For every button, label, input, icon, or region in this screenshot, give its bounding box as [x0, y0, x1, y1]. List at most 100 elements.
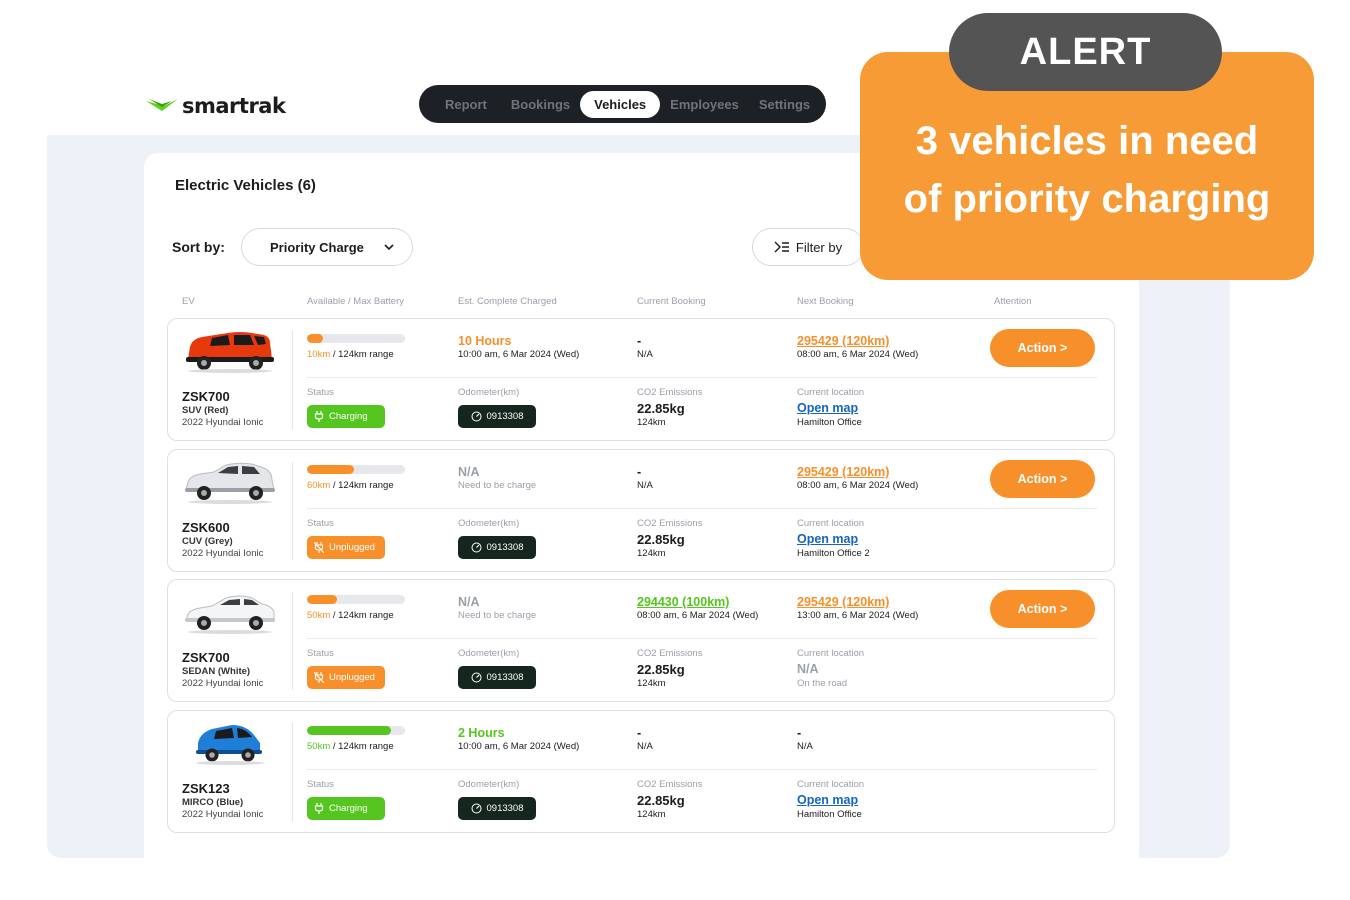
current-booking-date: N/A	[637, 480, 653, 491]
vehicle-row[interactable]: ZSK123 MIRCO (Blue) 2022 Hyundai Ionic 5…	[167, 710, 1115, 833]
open-map-link[interactable]: Open map	[797, 401, 858, 415]
est-charge-time: 2 Hours	[458, 726, 505, 740]
location-label: Current location	[797, 779, 865, 790]
alert-tag: ALERT	[949, 13, 1222, 91]
suv-car-icon	[186, 332, 274, 373]
battery-bar	[307, 595, 405, 604]
est-charge-time: 10 Hours	[458, 334, 512, 348]
status-label: Status	[307, 387, 334, 398]
smartrak-logo[interactable]: smartrak	[146, 94, 286, 118]
logo-wing-icon	[146, 99, 178, 111]
vehicle-type: SEDAN (White)	[182, 666, 251, 677]
status-text: Unplugged	[329, 672, 375, 683]
co2-distance: 124km	[637, 678, 666, 689]
next-booking-link[interactable]: 295429 (120km)	[797, 465, 889, 479]
vehicle-plate: ZSK700	[182, 389, 230, 404]
next-booking-link[interactable]: 295429 (120km)	[797, 595, 889, 609]
co2-distance: 124km	[637, 809, 666, 820]
unplugged-icon	[314, 542, 324, 553]
location-label: Current location	[797, 518, 865, 529]
co2-distance: 124km	[637, 548, 666, 559]
location-name: Hamilton Office	[797, 809, 862, 820]
current-booking-date: N/A	[637, 349, 653, 360]
co2-label: CO2 Emissions	[637, 648, 703, 659]
row-divider	[307, 508, 1097, 509]
next-booking-date: 08:00 am, 6 Mar 2024 (Wed)	[797, 349, 919, 360]
nav-report[interactable]: Report	[435, 91, 497, 118]
filter-button[interactable]: Filter by	[752, 228, 864, 266]
nav-employees[interactable]: Employees	[660, 91, 749, 118]
sort-select[interactable]: Priority Charge	[241, 228, 413, 266]
vehicle-model: 2022 Hyundai Ionic	[182, 678, 264, 689]
odometer-badge: 0913308	[458, 797, 536, 820]
alert-message-line: 3 vehicles in need	[915, 119, 1259, 163]
max-range: / 124km range	[330, 480, 394, 491]
battery-range: 60km / 124km range	[307, 480, 394, 491]
plug-icon	[314, 411, 324, 422]
column-header-current-booking: Current Booking	[637, 296, 706, 307]
est-charge-time: N/A	[458, 465, 480, 479]
sedan-car-icon	[185, 595, 275, 634]
current-booking: -	[637, 465, 642, 479]
vehicle-plate: ZSK123	[182, 781, 230, 796]
speedometer-icon	[471, 411, 481, 422]
nav-settings[interactable]: Settings	[749, 91, 820, 118]
battery-km: 50km	[307, 741, 331, 752]
vehicle-row[interactable]: ZSK700 SEDAN (White) 2022 Hyundai Ionic …	[167, 579, 1115, 702]
odometer-badge: 0913308	[458, 536, 536, 559]
odometer-value: 0913308	[486, 411, 524, 422]
location-status: N/A	[797, 662, 819, 676]
vehicle-row[interactable]: ZSK600 CUV (Grey) 2022 Hyundai Ionic 60k…	[167, 449, 1115, 572]
battery-bar-fill	[307, 595, 338, 604]
location-name: On the road	[797, 678, 848, 689]
odometer-label: Odometer(km)	[458, 779, 520, 790]
status-label: Status	[307, 518, 334, 529]
odometer-value: 0913308	[486, 542, 524, 553]
vehicle-model: 2022 Hyundai Ionic	[182, 417, 264, 428]
action-button[interactable]: Action >	[990, 329, 1095, 367]
next-booking-link[interactable]: 295429 (120km)	[797, 334, 889, 348]
open-map-link[interactable]: Open map	[797, 532, 858, 546]
column-header-ev: EV	[182, 296, 195, 307]
open-map-link[interactable]: Open map	[797, 793, 858, 807]
max-range: / 124km range	[330, 610, 394, 621]
vehicle-plate: ZSK700	[182, 650, 230, 665]
row-divider	[292, 462, 293, 560]
page-title: Electric Vehicles (6)	[175, 177, 316, 194]
action-button[interactable]: Action >	[990, 590, 1095, 628]
odometer-label: Odometer(km)	[458, 518, 520, 529]
vehicle-row[interactable]: ZSK700 SUV (Red) 2022 Hyundai Ionic 10km…	[167, 318, 1115, 441]
chevron-down-icon	[384, 244, 394, 251]
location-name: Hamilton Office	[797, 417, 862, 428]
vehicle-type: MIRCO (Blue)	[182, 797, 244, 808]
battery-range: 50km / 124km range	[307, 741, 394, 752]
status-text: Unplugged	[329, 542, 375, 553]
odometer-badge: 0913308	[458, 666, 536, 689]
status-label: Status	[307, 779, 334, 790]
est-charge-time: N/A	[458, 595, 480, 609]
status-text: Charging	[329, 411, 368, 422]
battery-km: 60km	[307, 480, 331, 491]
nav-vehicles[interactable]: Vehicles	[580, 90, 661, 118]
vehicle-plate: ZSK600	[182, 520, 230, 535]
current-booking-date: 08:00 am, 6 Mar 2024 (Wed)	[637, 610, 759, 621]
micro-car-icon	[196, 725, 264, 765]
current-booking-link[interactable]: 294430 (100km)	[637, 595, 729, 609]
nav-bookings[interactable]: Bookings	[501, 91, 580, 118]
battery-km: 50km	[307, 610, 331, 621]
next-booking-date: N/A	[797, 741, 813, 752]
row-divider	[307, 769, 1097, 770]
status-badge: Unplugged	[307, 536, 385, 559]
vehicle-model: 2022 Hyundai Ionic	[182, 548, 264, 559]
battery-bar-fill	[307, 726, 392, 735]
sort-label: Sort by:	[172, 239, 225, 255]
unplugged-icon	[314, 672, 324, 683]
location-label: Current location	[797, 387, 865, 398]
vehicle-model: 2022 Hyundai Ionic	[182, 809, 264, 820]
max-range: / 124km range	[330, 349, 394, 360]
location-name: Hamilton Office 2	[797, 548, 870, 559]
cuv-car-icon	[185, 462, 275, 504]
action-button[interactable]: Action >	[990, 460, 1095, 498]
co2-label: CO2 Emissions	[637, 518, 703, 529]
row-divider	[292, 331, 293, 429]
